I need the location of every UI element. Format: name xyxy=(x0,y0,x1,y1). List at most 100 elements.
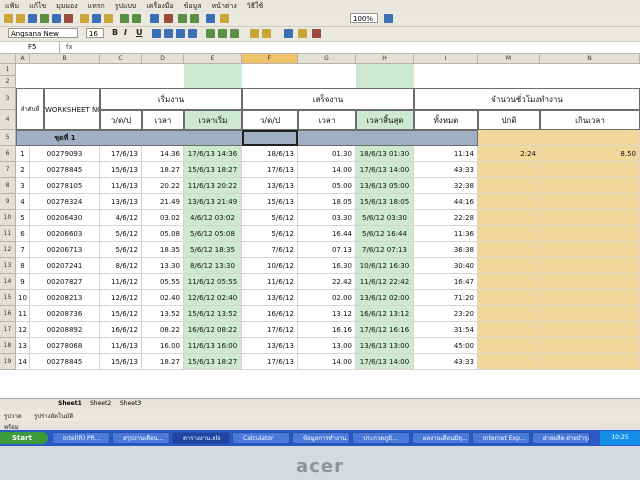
comma-icon[interactable] xyxy=(230,29,239,38)
worksheet-cell[interactable]: 00207241 xyxy=(30,258,100,274)
normal-hours-cell[interactable] xyxy=(478,322,540,338)
row-header[interactable]: 9 xyxy=(0,194,16,210)
taskbar-item[interactable]: Intel(R) PR... xyxy=(52,432,110,444)
draw-menu[interactable]: รูปวาด xyxy=(4,411,22,421)
column-header[interactable]: N xyxy=(540,54,640,64)
finish-date-cell[interactable]: 10/6/12 xyxy=(242,258,298,274)
start-date-cell[interactable]: 17/6/13 xyxy=(100,146,142,162)
total-hours-cell[interactable]: 31:54 xyxy=(414,322,478,338)
row-number-cell[interactable]: 13 xyxy=(16,338,30,354)
font-size-select[interactable]: 16 xyxy=(86,28,104,38)
start-datetime-cell[interactable]: 15/6/13 18:27 xyxy=(184,162,242,178)
finish-date-cell[interactable]: 17/6/12 xyxy=(242,322,298,338)
row-number-cell[interactable]: 8 xyxy=(16,258,30,274)
finish-datetime-cell[interactable]: 13/6/12 02:00 xyxy=(356,290,414,306)
zoom-select[interactable]: 100% xyxy=(350,13,378,23)
finish-datetime-cell[interactable]: 18/6/13 01:30 xyxy=(356,146,414,162)
indent-icon[interactable] xyxy=(250,29,259,38)
finish-datetime-cell[interactable]: 16/6/12 13:12 xyxy=(356,306,414,322)
worksheet-cell[interactable]: 00278324 xyxy=(30,194,100,210)
percent-icon[interactable] xyxy=(218,29,227,38)
row-header[interactable]: 6 xyxy=(0,146,16,162)
start-datetime-cell[interactable]: 5/6/12 05:08 xyxy=(184,226,242,242)
start-time-cell[interactable]: 13.52 xyxy=(142,306,184,322)
row-number-cell[interactable]: 4 xyxy=(16,194,30,210)
undo-icon[interactable] xyxy=(120,14,129,23)
row-header[interactable]: 14 xyxy=(0,274,16,290)
paste-icon[interactable] xyxy=(104,14,113,23)
finish-date-cell[interactable]: 17/6/13 xyxy=(242,354,298,370)
finish-datetime-cell[interactable]: 5/6/12 03:30 xyxy=(356,210,414,226)
finish-datetime-cell[interactable]: 13/6/13 13:00 xyxy=(356,338,414,354)
total-hours-cell[interactable]: 36:38 xyxy=(414,242,478,258)
total-hours-cell[interactable]: 16:47 xyxy=(414,274,478,290)
finish-datetime-cell[interactable]: 17/6/13 14:00 xyxy=(356,354,414,370)
start-datetime-cell[interactable]: 11/6/12 05:55 xyxy=(184,274,242,290)
start-date-cell[interactable]: 15/6/13 xyxy=(100,354,142,370)
finish-time-cell[interactable]: 07.13 xyxy=(298,242,356,258)
finish-date-cell[interactable]: 17/6/13 xyxy=(242,162,298,178)
start-time-cell[interactable]: 05.08 xyxy=(142,226,184,242)
menu-item[interactable]: รูปแบบ xyxy=(110,0,142,12)
taskbar-item[interactable]: ตารางงาน.xls xyxy=(172,432,230,444)
normal-hours-cell[interactable] xyxy=(478,290,540,306)
finish-time-cell[interactable]: 14.00 xyxy=(298,162,356,178)
align-right-icon[interactable] xyxy=(176,29,185,38)
taskbar-item[interactable]: ประกวดภูมิ... xyxy=(352,432,410,444)
align-left-icon[interactable] xyxy=(152,29,161,38)
row-header[interactable]: 15 xyxy=(0,290,16,306)
overtime-cell[interactable] xyxy=(540,290,640,306)
row-number-cell[interactable]: 12 xyxy=(16,322,30,338)
start-datetime-cell[interactable]: 15/6/13 18:27 xyxy=(184,354,242,370)
finish-date-cell[interactable]: 7/6/12 xyxy=(242,242,298,258)
start-date-cell[interactable]: 11/6/13 xyxy=(100,338,142,354)
column-header[interactable]: E xyxy=(184,54,242,64)
taskbar-item[interactable]: ข้อมูลการทำงาน... xyxy=(292,432,350,444)
finish-date-cell[interactable]: 13/6/13 xyxy=(242,178,298,194)
total-hours-cell[interactable]: 71:20 xyxy=(414,290,478,306)
worksheet-cell[interactable]: 00278845 xyxy=(30,162,100,178)
autosum-icon[interactable] xyxy=(164,14,173,23)
start-time-cell[interactable]: 14.36 xyxy=(142,146,184,162)
drawing-icon[interactable] xyxy=(220,14,229,23)
menu-item[interactable]: มุมมอง xyxy=(51,0,82,12)
worksheet-cell[interactable]: 00206603 xyxy=(30,226,100,242)
sheet-tab[interactable]: Sheet2 xyxy=(90,400,111,407)
normal-hours-cell[interactable] xyxy=(478,226,540,242)
finish-time-cell[interactable]: 05.00 xyxy=(298,178,356,194)
start-time-cell[interactable]: 05.55 xyxy=(142,274,184,290)
column-header[interactable]: C xyxy=(100,54,142,64)
redo-icon[interactable] xyxy=(132,14,141,23)
finish-time-cell[interactable]: 13.00 xyxy=(298,338,356,354)
row-number-cell[interactable]: 3 xyxy=(16,178,30,194)
sort-desc-icon[interactable] xyxy=(190,14,199,23)
start-date-cell[interactable]: 13/6/13 xyxy=(100,194,142,210)
row-header[interactable]: 8 xyxy=(0,178,16,194)
finish-time-cell[interactable]: 03.30 xyxy=(298,210,356,226)
column-header[interactable]: M xyxy=(478,54,540,64)
row-number-cell[interactable]: 14 xyxy=(16,354,30,370)
align-center-icon[interactable] xyxy=(164,29,173,38)
row-header[interactable]: 11 xyxy=(0,226,16,242)
normal-hours-cell[interactable] xyxy=(478,162,540,178)
underline-button[interactable]: U xyxy=(136,28,143,37)
start-date-cell[interactable]: 16/6/12 xyxy=(100,322,142,338)
start-time-cell[interactable]: 16.00 xyxy=(142,338,184,354)
column-header[interactable]: A xyxy=(16,54,30,64)
start-time-cell[interactable]: 21.49 xyxy=(142,194,184,210)
row-number-cell[interactable]: 7 xyxy=(16,242,30,258)
start-date-cell[interactable]: 11/6/13 xyxy=(100,178,142,194)
start-date-cell[interactable]: 8/6/12 xyxy=(100,258,142,274)
normal-hours-cell[interactable] xyxy=(478,306,540,322)
finish-date-cell[interactable]: 13/6/13 xyxy=(242,338,298,354)
column-header[interactable]: H xyxy=(356,54,414,64)
row-number-cell[interactable]: 1 xyxy=(16,146,30,162)
row-number-cell[interactable]: 9 xyxy=(16,274,30,290)
finish-time-cell[interactable]: 16.44 xyxy=(298,226,356,242)
overtime-cell[interactable] xyxy=(540,194,640,210)
menu-item[interactable]: หน้าต่าง xyxy=(207,0,242,12)
finish-time-cell[interactable]: 16.30 xyxy=(298,258,356,274)
overtime-cell[interactable] xyxy=(540,178,640,194)
normal-hours-cell[interactable] xyxy=(478,178,540,194)
overtime-cell[interactable] xyxy=(540,306,640,322)
